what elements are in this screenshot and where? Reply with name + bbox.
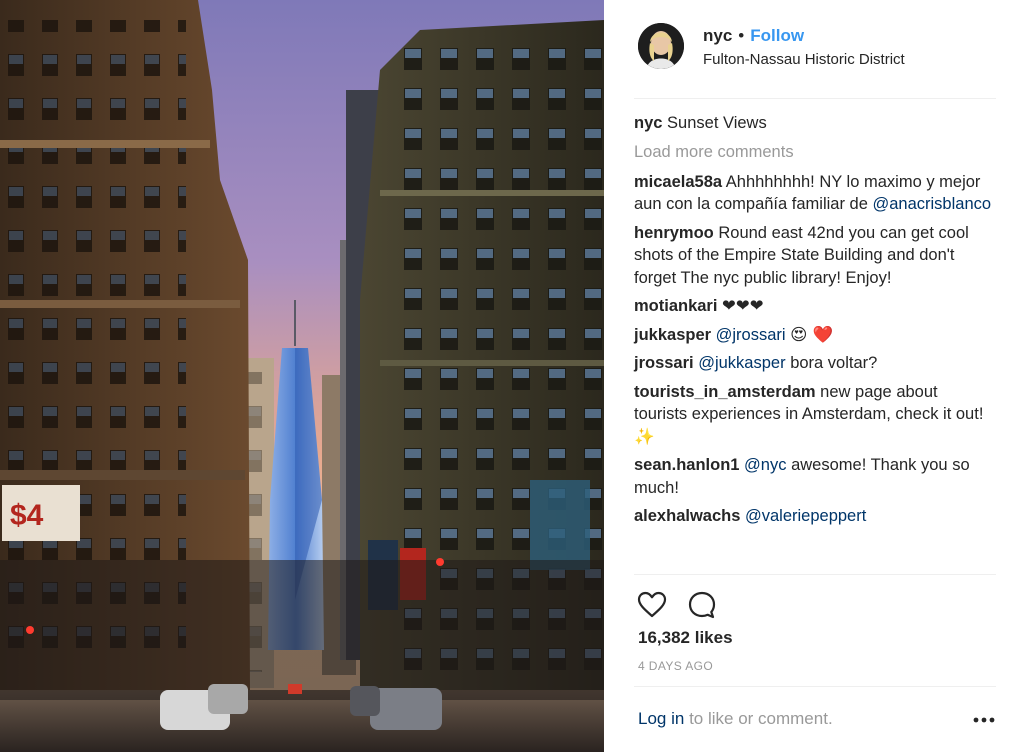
city-street-photo: $4: [0, 0, 604, 752]
comment-username[interactable]: motiankari: [634, 297, 717, 315]
post-timestamp: 4 DAYS AGO: [638, 659, 714, 673]
comment-mention[interactable]: @nyc: [744, 456, 786, 474]
post-header: nyc • Follow Fulton-Nassau Historic Distri…: [634, 20, 996, 99]
comment-bubble-icon[interactable]: [686, 589, 718, 621]
location-link[interactable]: Fulton-Nassau Historic District: [703, 51, 905, 69]
caption: nyc Sunset Views: [634, 112, 994, 135]
more-dots-icon[interactable]: [972, 713, 996, 725]
login-prompt-text: to like or comment.: [689, 709, 833, 728]
login-bar: Log in to like or comment.: [634, 686, 996, 753]
header-username[interactable]: nyc: [703, 26, 732, 45]
comment-username[interactable]: micaela58a: [634, 173, 722, 191]
comment-item: tourists_in_amsterdam new page about tou…: [634, 381, 994, 449]
comment-mention[interactable]: @anacrisblanco: [872, 195, 991, 213]
heart-icon[interactable]: [636, 589, 668, 621]
caption-username[interactable]: nyc: [634, 114, 662, 132]
comment-item: jrossari @jukkasper bora voltar?: [634, 352, 994, 375]
comment-username[interactable]: tourists_in_amsterdam: [634, 383, 816, 401]
caption-text: Sunset Views: [667, 114, 767, 132]
comment-item: micaela58a Ahhhhhhhh! NY lo maximo y mej…: [634, 171, 994, 216]
comment-item: alexhalwachs @valeriepeppert: [634, 505, 994, 528]
load-more-comments-button[interactable]: Load more comments: [634, 141, 994, 163]
login-link[interactable]: Log in: [638, 709, 684, 728]
comment-mention[interactable]: @valeriepeppert: [745, 507, 866, 525]
comment-text: ❤❤❤: [722, 296, 764, 315]
login-prompt: Log in to like or comment.: [638, 709, 833, 729]
comments-list: nyc Sunset Views Load more comments mica…: [634, 112, 994, 534]
post-view: $4 nyc • Follow Fulton-Nassau Historic D…: [0, 0, 1024, 752]
comment-username[interactable]: sean.hanlon1: [634, 456, 739, 474]
header-line: nyc • Follow: [703, 26, 804, 46]
comment-emoji: 😍 ❤️: [790, 324, 834, 344]
comment-item: jukkasper @jrossari 😍 ❤️: [634, 324, 994, 347]
comment-text: bora voltar?: [790, 354, 878, 372]
comment-item: sean.hanlon1 @nyc awesome! Thank you so …: [634, 454, 994, 499]
comment-mention[interactable]: @jukkasper: [698, 354, 785, 372]
post-photo[interactable]: $4: [0, 0, 604, 752]
post-sidebar: nyc • Follow Fulton-Nassau Historic Distri…: [604, 0, 1024, 752]
comment-item: motiankari ❤❤❤: [634, 295, 994, 318]
follow-button[interactable]: Follow: [750, 26, 804, 45]
avatar[interactable]: [638, 23, 684, 69]
post-actions: 16,382 likes 4 DAYS AGO: [634, 574, 996, 687]
comment-username[interactable]: jukkasper: [634, 326, 711, 344]
comment-mention[interactable]: @jrossari: [716, 326, 786, 344]
svg-text:$4: $4: [10, 499, 44, 532]
header-separator: •: [738, 26, 745, 45]
comment-item: henrymoo Round east 42nd you can get coo…: [634, 222, 994, 290]
comment-username[interactable]: jrossari: [634, 354, 694, 372]
comment-username[interactable]: henrymoo: [634, 224, 714, 242]
likes-count[interactable]: 16,382 likes: [638, 628, 733, 648]
comment-username[interactable]: alexhalwachs: [634, 507, 740, 525]
profile-photo: [638, 23, 684, 69]
